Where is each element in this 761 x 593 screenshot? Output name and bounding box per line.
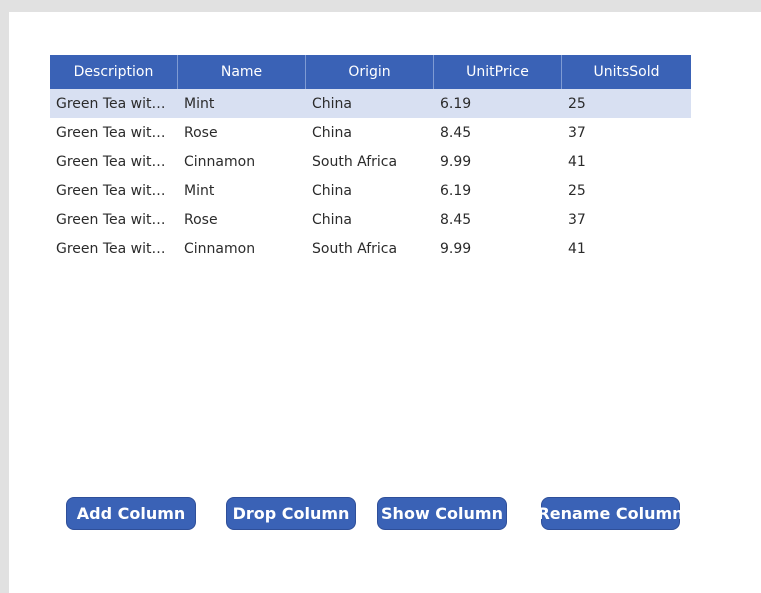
table-row[interactable]: Green Tea with ... Cinnamon South Africa… bbox=[50, 234, 691, 263]
cell-unitprice: 8.45 bbox=[440, 124, 472, 141]
cell-description: Green Tea with ... bbox=[56, 153, 178, 170]
drop-column-button[interactable]: Drop Column bbox=[226, 497, 356, 530]
cell-unitprice: 9.99 bbox=[440, 240, 472, 257]
table-header: Description Name Origin UnitPrice UnitsS… bbox=[50, 55, 691, 89]
rename-column-button[interactable]: Rename Column bbox=[537, 497, 684, 530]
add-column-button[interactable]: Add Column bbox=[66, 497, 196, 530]
cell-origin: China bbox=[312, 182, 352, 199]
cell-description: Green Tea with ... bbox=[56, 240, 178, 257]
column-header-name: Name bbox=[178, 55, 306, 89]
cell-unitprice: 9.99 bbox=[440, 153, 472, 170]
cell-description: Green Tea with ... bbox=[56, 182, 178, 199]
cell-unitssold: 37 bbox=[568, 211, 586, 228]
cell-unitssold: 41 bbox=[568, 153, 586, 170]
cell-name: Mint bbox=[184, 95, 215, 112]
cell-unitprice: 6.19 bbox=[440, 95, 472, 112]
cell-unitssold: 41 bbox=[568, 240, 586, 257]
cell-unitssold: 25 bbox=[568, 95, 586, 112]
cell-description: Green Tea with ... bbox=[56, 124, 178, 141]
cell-unitssold: 37 bbox=[568, 124, 586, 141]
cell-name: Mint bbox=[184, 182, 215, 199]
column-header-unitprice: UnitPrice bbox=[434, 55, 562, 89]
data-table: Description Name Origin UnitPrice UnitsS… bbox=[50, 55, 691, 263]
cell-name: Rose bbox=[184, 124, 218, 141]
column-header-unitssold: UnitsSold bbox=[593, 64, 660, 80]
cell-name: Rose bbox=[184, 211, 218, 228]
table-row[interactable]: Green Tea with ... Rose China 8.45 37 bbox=[50, 118, 691, 147]
cell-unitprice: 8.45 bbox=[440, 211, 472, 228]
table-row[interactable]: Green Tea with ... Mint China 6.19 25 bbox=[50, 89, 691, 118]
cell-name: Cinnamon bbox=[184, 240, 256, 257]
cell-origin: China bbox=[312, 124, 352, 141]
table-row[interactable]: Green Tea with ... Rose China 8.45 37 bbox=[50, 205, 691, 234]
cell-origin: South Africa bbox=[312, 153, 398, 170]
cell-name: Cinnamon bbox=[184, 153, 256, 170]
cell-origin: South Africa bbox=[312, 240, 398, 257]
show-column-button[interactable]: Show Column bbox=[377, 497, 507, 530]
cell-description: Green Tea with ... bbox=[56, 211, 178, 228]
table-row[interactable]: Green Tea with ... Cinnamon South Africa… bbox=[50, 147, 691, 176]
column-header-origin: Origin bbox=[306, 55, 434, 89]
column-header-description: Description bbox=[50, 55, 178, 89]
cell-unitprice: 6.19 bbox=[440, 182, 472, 199]
cell-origin: China bbox=[312, 95, 352, 112]
cell-unitssold: 25 bbox=[568, 182, 586, 199]
cell-origin: China bbox=[312, 211, 352, 228]
table-row[interactable]: Green Tea with ... Mint China 6.19 25 bbox=[50, 176, 691, 205]
cell-description: Green Tea with ... bbox=[56, 95, 178, 112]
